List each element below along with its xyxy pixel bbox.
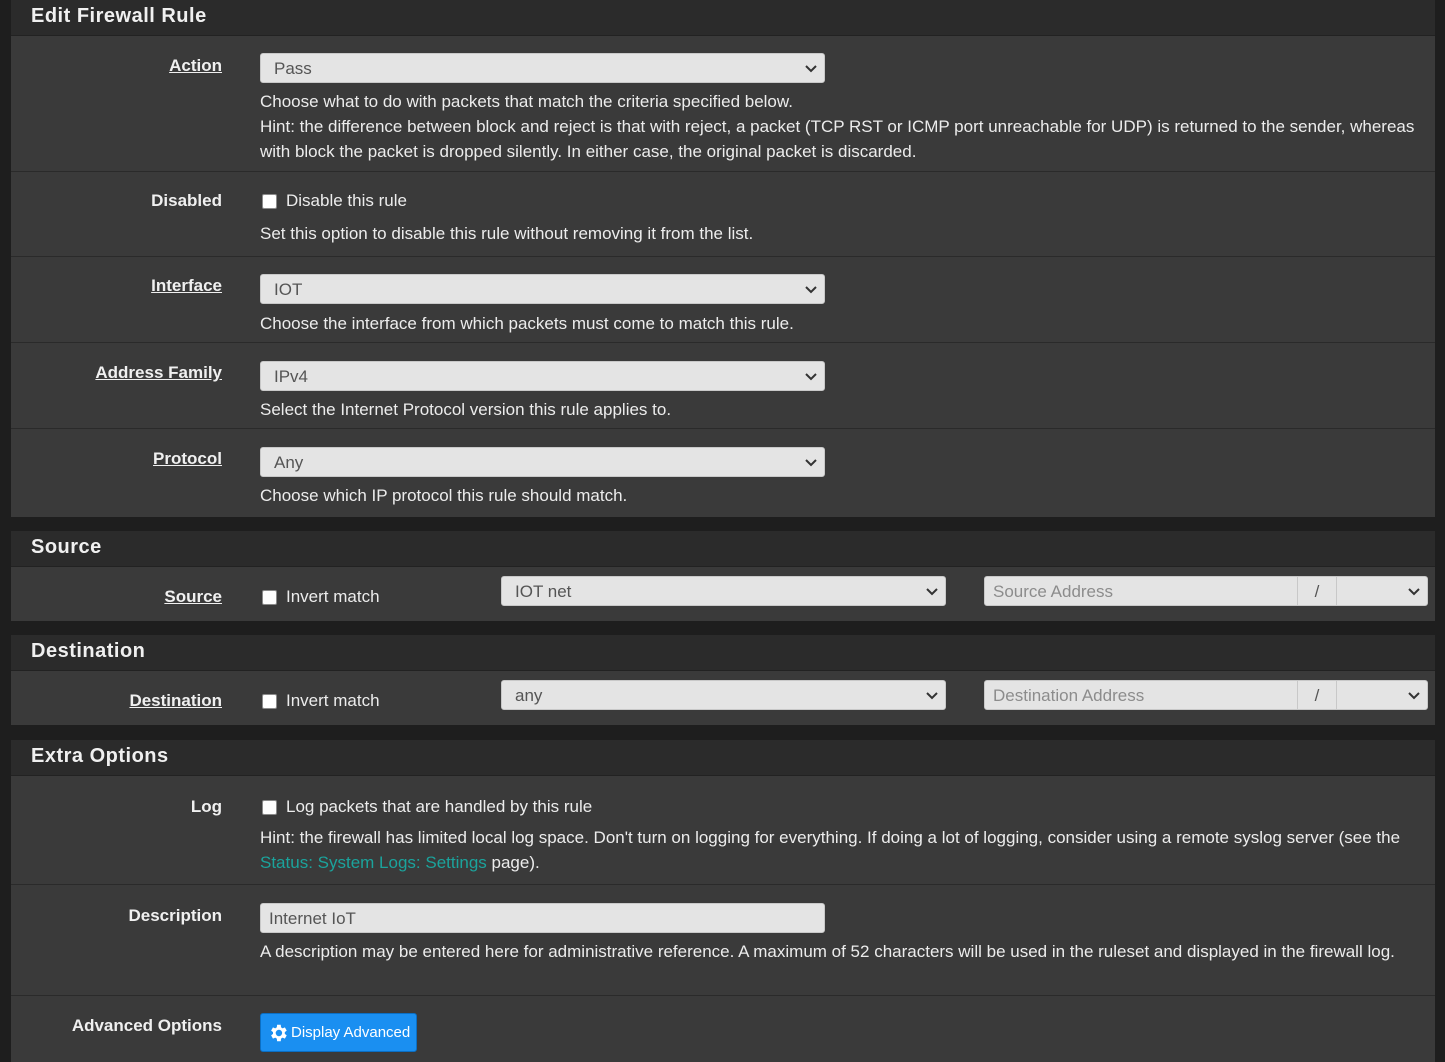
log-label: Log xyxy=(190,797,222,816)
disabled-row: Disabled Disable this rule Set this opti… xyxy=(11,172,1435,257)
source-slash-addon: / xyxy=(1297,576,1337,606)
source-type-value: IOT net xyxy=(515,582,572,601)
action-select-value: Pass xyxy=(274,59,312,78)
interface-select[interactable]: IOT xyxy=(260,274,825,304)
advanced-options-row: Advanced Options Display Advanced xyxy=(11,996,1435,1062)
edit-firewall-rule-panel: Edit Firewall Rule Action Pass Choose wh… xyxy=(11,0,1435,517)
description-label: Description xyxy=(128,906,222,925)
destination-invert-checkbox[interactable] xyxy=(262,694,277,709)
destination-mask-select[interactable] xyxy=(1336,680,1428,710)
extra-options-panel: Extra Options Log Log packets that are h… xyxy=(11,740,1435,1062)
destination-label: Destination xyxy=(129,691,222,710)
chevron-down-icon xyxy=(805,65,817,73)
disable-rule-checkbox-label[interactable]: Disable this rule xyxy=(286,191,407,211)
destination-panel: Destination Destination Invert match any… xyxy=(11,635,1435,725)
panel-heading-extra-options: Extra Options xyxy=(11,740,1435,776)
log-row: Log Log packets that are handled by this… xyxy=(11,776,1435,885)
interface-select-value: IOT xyxy=(274,280,303,299)
action-row: Action Pass Choose what to do with packe… xyxy=(11,36,1435,172)
disabled-label: Disabled xyxy=(151,191,222,210)
source-mask-select[interactable] xyxy=(1336,576,1428,606)
disabled-help: Set this option to disable this rule wit… xyxy=(260,224,754,243)
description-help: A description may be entered here for ad… xyxy=(260,942,1395,961)
source-invert-label[interactable]: Invert match xyxy=(286,587,380,607)
destination-type-select[interactable]: any xyxy=(501,680,946,710)
source-type-select[interactable]: IOT net xyxy=(501,576,946,606)
source-panel: Source Source Invert match IOT net Sourc… xyxy=(11,531,1435,621)
address-family-help: Select the Internet Protocol version thi… xyxy=(260,400,672,419)
action-select[interactable]: Pass xyxy=(260,53,825,83)
log-help-suffix: page). xyxy=(486,853,540,872)
protocol-help: Choose which IP protocol this rule shoul… xyxy=(260,486,628,505)
protocol-select[interactable]: Any xyxy=(260,447,825,477)
address-family-row: Address Family IPv4 Select the Internet … xyxy=(11,343,1435,429)
destination-row: Destination Invert match any Destination… xyxy=(11,671,1435,725)
chevron-down-icon xyxy=(805,459,817,467)
interface-label: Interface xyxy=(151,276,222,295)
address-family-label: Address Family xyxy=(95,363,222,382)
display-advanced-label: Display Advanced xyxy=(291,1024,411,1041)
log-help: Hint: the firewall has limited local log… xyxy=(260,825,1415,875)
source-label: Source xyxy=(164,587,222,606)
action-label: Action xyxy=(169,56,222,75)
destination-address-input[interactable]: Destination Address xyxy=(984,680,1298,710)
interface-help: Choose the interface from which packets … xyxy=(260,314,794,333)
chevron-down-icon xyxy=(805,286,817,294)
interface-row: Interface IOT Choose the interface from … xyxy=(11,257,1435,343)
chevron-down-icon xyxy=(926,588,938,596)
disable-rule-checkbox[interactable] xyxy=(262,194,277,209)
action-help-line-1: Choose what to do with packets that matc… xyxy=(260,92,793,111)
gear-icon xyxy=(271,1024,287,1042)
chevron-down-icon xyxy=(1408,692,1420,700)
destination-slash-addon: / xyxy=(1297,680,1337,710)
description-row: Description Internet IoT A description m… xyxy=(11,885,1435,996)
protocol-label: Protocol xyxy=(153,449,222,468)
protocol-select-value: Any xyxy=(274,453,304,472)
chevron-down-icon xyxy=(1408,588,1420,596)
log-help-prefix: Hint: the firewall has limited local log… xyxy=(260,828,1401,847)
source-row: Source Invert match IOT net Source Addre… xyxy=(11,567,1435,621)
advanced-options-label: Advanced Options xyxy=(71,1016,222,1035)
log-checkbox[interactable] xyxy=(262,800,277,815)
log-checkbox-label[interactable]: Log packets that are handled by this rul… xyxy=(286,797,592,817)
source-invert-checkbox[interactable] xyxy=(262,590,277,605)
system-logs-settings-link[interactable]: Status: System Logs: Settings xyxy=(260,853,487,872)
panel-heading-source: Source xyxy=(11,531,1435,567)
address-family-select-value: IPv4 xyxy=(274,367,309,386)
panel-heading-destination: Destination xyxy=(11,635,1435,671)
destination-invert-label[interactable]: Invert match xyxy=(286,691,380,711)
destination-type-value: any xyxy=(515,686,543,705)
address-family-select[interactable]: IPv4 xyxy=(260,361,825,391)
action-help-line-2: Hint: the difference between block and r… xyxy=(260,117,1415,161)
display-advanced-button[interactable]: Display Advanced xyxy=(260,1013,418,1052)
panel-heading-edit-rule: Edit Firewall Rule xyxy=(11,0,1435,36)
description-input[interactable]: Internet IoT xyxy=(260,903,825,933)
chevron-down-icon xyxy=(805,373,817,381)
chevron-down-icon xyxy=(926,692,938,700)
source-address-input[interactable]: Source Address xyxy=(984,576,1298,606)
protocol-row: Protocol Any Choose which IP protocol th… xyxy=(11,429,1435,516)
action-help: Choose what to do with packets that matc… xyxy=(260,89,1415,164)
